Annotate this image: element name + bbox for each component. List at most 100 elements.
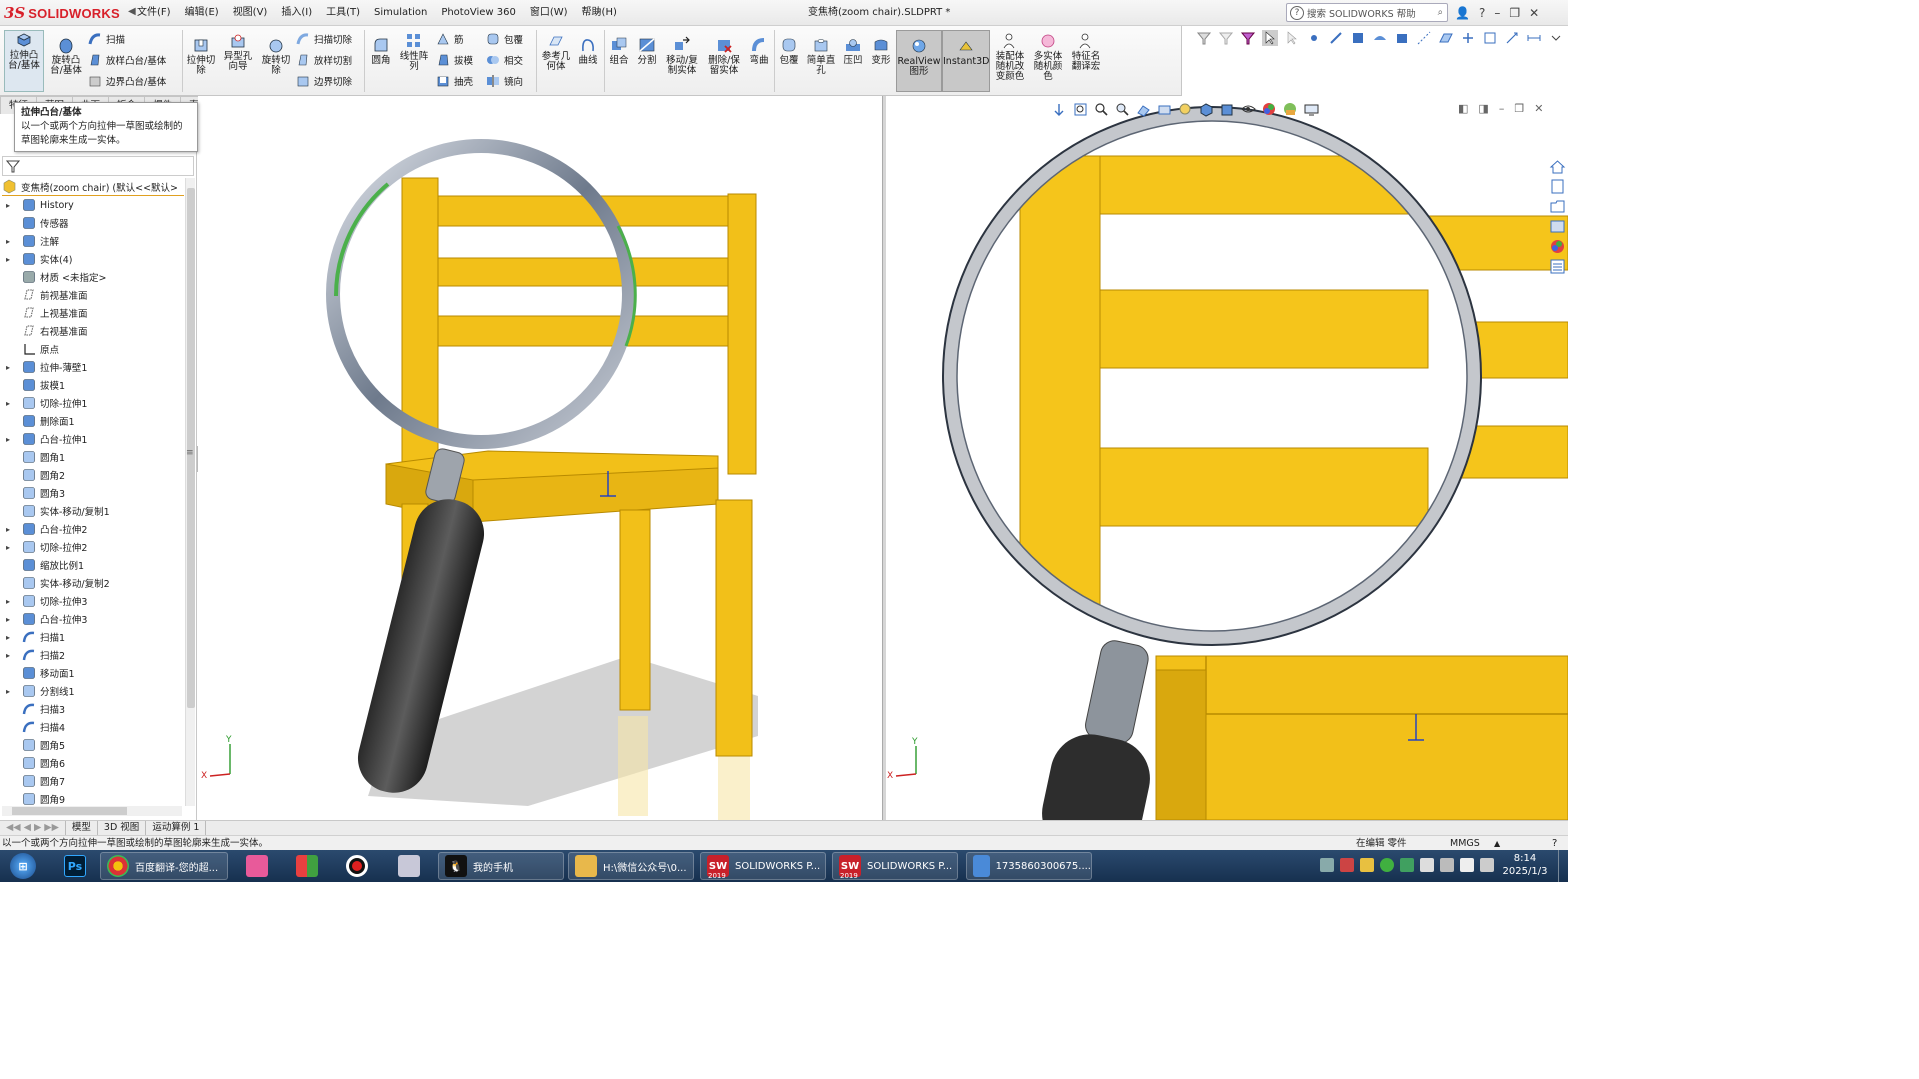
mirror-button[interactable]: 镜向 — [486, 74, 523, 88]
taskbar-record-button[interactable] — [340, 852, 372, 880]
extrude-cut-button[interactable]: 拉伸切 除 — [184, 36, 218, 76]
menu-item[interactable]: 编辑(E) — [178, 0, 226, 26]
wrap-2-button[interactable]: 包覆 — [776, 36, 802, 66]
point-filter-icon[interactable] — [1460, 30, 1476, 46]
deform-button[interactable]: 变形 — [868, 36, 894, 66]
panel-splitter-handle[interactable]: ≡ — [186, 448, 196, 468]
taskbar-item-baidu[interactable]: 百度翻译-您的超... — [100, 852, 228, 880]
view-settings-icon[interactable] — [1178, 102, 1193, 117]
feature-rename-macro-button[interactable]: 特征名 翻译宏 — [1068, 32, 1104, 72]
edit-appearance-icon[interactable] — [1262, 102, 1277, 117]
tab-model[interactable]: 模型 — [66, 821, 98, 835]
tree-item[interactable]: ▸ 切除-拉伸3 — [6, 592, 87, 610]
pin-icon[interactable]: ⇥ — [592, 5, 601, 18]
system-clock[interactable]: 8:14 2025/1/3 — [1500, 852, 1550, 878]
zoom-to-area-icon[interactable] — [1094, 102, 1109, 117]
previous-view-icon[interactable] — [1052, 102, 1067, 117]
tree-item[interactable]: ▸ 实体(4) — [6, 250, 72, 268]
revolve-boss-button[interactable]: 旋转凸 台/基体 — [46, 36, 86, 76]
sketch-filter-icon[interactable] — [1482, 30, 1498, 46]
show-desktop-button[interactable] — [1558, 850, 1568, 882]
graphics-viewport-left[interactable]: Y X — [198, 96, 882, 820]
volume-icon[interactable] — [1460, 858, 1474, 872]
tree-item[interactable]: 圆角3 — [6, 484, 65, 502]
appearances-icon[interactable] — [1549, 238, 1566, 255]
tab-motion-study[interactable]: 运动算例 1 — [146, 821, 207, 835]
viewport-restore-button[interactable]: ❐ — [1514, 102, 1524, 115]
surface-filter-icon[interactable] — [1372, 30, 1388, 46]
menu-item[interactable]: 窗口(W) — [523, 0, 575, 26]
tree-item[interactable]: 右视基准面 — [6, 322, 88, 340]
tree-item[interactable]: ▸ 扫描2 — [6, 646, 65, 664]
menu-item[interactable]: 工具(T) — [319, 0, 367, 26]
sweep-button[interactable]: 扫描 — [88, 32, 125, 46]
tree-vertical-scrollbar[interactable] — [185, 178, 195, 806]
taskbar-app-button[interactable] — [240, 852, 272, 880]
custom-properties-icon[interactable] — [1549, 258, 1566, 275]
home-icon[interactable] — [1549, 158, 1566, 175]
view-palette-icon[interactable] — [1549, 218, 1566, 235]
select-arrow-icon[interactable] — [1262, 30, 1278, 46]
viewport-minimize-button[interactable]: – — [1499, 102, 1505, 115]
expand-arrow-icon[interactable]: ▸ — [6, 237, 16, 246]
tree-item[interactable]: 圆角2 — [6, 466, 65, 484]
assembly-random-color-button[interactable]: 装配体 随机改 变颜色 — [992, 32, 1028, 82]
tree-item[interactable]: 拔模1 — [6, 376, 65, 394]
viewport-next-icon[interactable]: ◨ — [1478, 102, 1488, 115]
start-button[interactable]: ⊞ — [4, 852, 44, 880]
photoshop-taskbar-button[interactable]: Ps — [58, 852, 90, 880]
tree-item[interactable]: 圆角1 — [6, 448, 65, 466]
display-icon[interactable] — [1480, 858, 1494, 872]
wechat-icon[interactable] — [1400, 858, 1414, 872]
tree-item[interactable]: ▸ 拉伸-薄壁1 — [6, 358, 87, 376]
close-button[interactable]: ✕ — [1529, 6, 1539, 20]
tree-item[interactable]: 实体-移动/复制1 — [6, 502, 110, 520]
display-style-icon[interactable] — [1220, 102, 1235, 117]
tree-filter-input[interactable] — [2, 156, 194, 176]
expand-arrow-icon[interactable]: ▸ — [6, 651, 16, 660]
unit-system[interactable]: MMGS — [1450, 836, 1480, 851]
curves-button[interactable]: 曲线 — [574, 36, 602, 66]
expand-arrow-icon[interactable]: ▸ — [6, 363, 16, 372]
design-library-icon[interactable] — [1549, 178, 1566, 195]
annotation-filter-icon[interactable] — [1504, 30, 1520, 46]
realview-button[interactable]: RealView 图形 — [896, 30, 942, 92]
tree-item[interactable]: 前视基准面 — [6, 286, 88, 304]
scroll-thumb[interactable] — [12, 807, 127, 815]
extrude-boss-button[interactable]: 拉伸凸 台/基体 — [4, 30, 44, 92]
viewport-close-button[interactable]: ✕ — [1534, 102, 1543, 115]
tree-item[interactable]: 缩放比例1 — [6, 556, 84, 574]
face-filter-icon[interactable] — [1350, 30, 1366, 46]
tree-item[interactable]: 实体-移动/复制2 — [6, 574, 110, 592]
expand-arrow-icon[interactable]: ▸ — [6, 687, 16, 696]
axis-filter-icon[interactable] — [1416, 30, 1432, 46]
shell-button[interactable]: 抽壳 — [436, 74, 473, 88]
tree-item[interactable]: ▸ 切除-拉伸2 — [6, 538, 87, 556]
lofted-cut-button[interactable]: 放样切割 — [296, 53, 352, 67]
user-icon[interactable]: 👤 — [1455, 6, 1470, 20]
reference-geometry-button[interactable]: 参考几 何体 — [538, 32, 574, 72]
vertex-filter-icon[interactable] — [1306, 30, 1322, 46]
dynamic-annotation-icon[interactable] — [1157, 102, 1172, 117]
boundary-cut-button[interactable]: 边界切除 — [296, 74, 352, 88]
tray-app-icon[interactable] — [1340, 858, 1354, 872]
taskbar-app-button[interactable] — [290, 852, 322, 880]
tree-item[interactable]: 扫描4 — [6, 718, 65, 736]
tree-item[interactable]: ▸ 注解 — [6, 232, 59, 250]
select-other-icon[interactable] — [1284, 30, 1300, 46]
delete-keep-body-button[interactable]: 删除/保 留实体 — [704, 36, 744, 76]
tree-item[interactable]: ▸ 扫描1 — [6, 628, 65, 646]
rib-button[interactable]: 筋 — [436, 32, 464, 46]
edge-filter-icon[interactable] — [1328, 30, 1344, 46]
indent-button[interactable]: 压凹 — [840, 36, 866, 66]
simple-hole-button[interactable]: 简单直 孔 — [804, 36, 838, 76]
file-explorer-icon[interactable] — [1549, 198, 1566, 215]
multibody-random-color-button[interactable]: 多实体 随机颜 色 — [1030, 32, 1066, 82]
help-search-box[interactable]: ? 搜索 SOLIDWORKS 帮助 ⌕ — [1286, 3, 1448, 22]
combine-button[interactable]: 组合 — [606, 36, 632, 66]
minimize-button[interactable]: – — [1494, 6, 1500, 20]
expand-arrow-icon[interactable]: ▸ — [6, 543, 16, 552]
network-icon[interactable] — [1420, 858, 1434, 872]
tray-app-icon[interactable] — [1380, 858, 1394, 872]
more-filters-icon[interactable] — [1548, 30, 1564, 46]
